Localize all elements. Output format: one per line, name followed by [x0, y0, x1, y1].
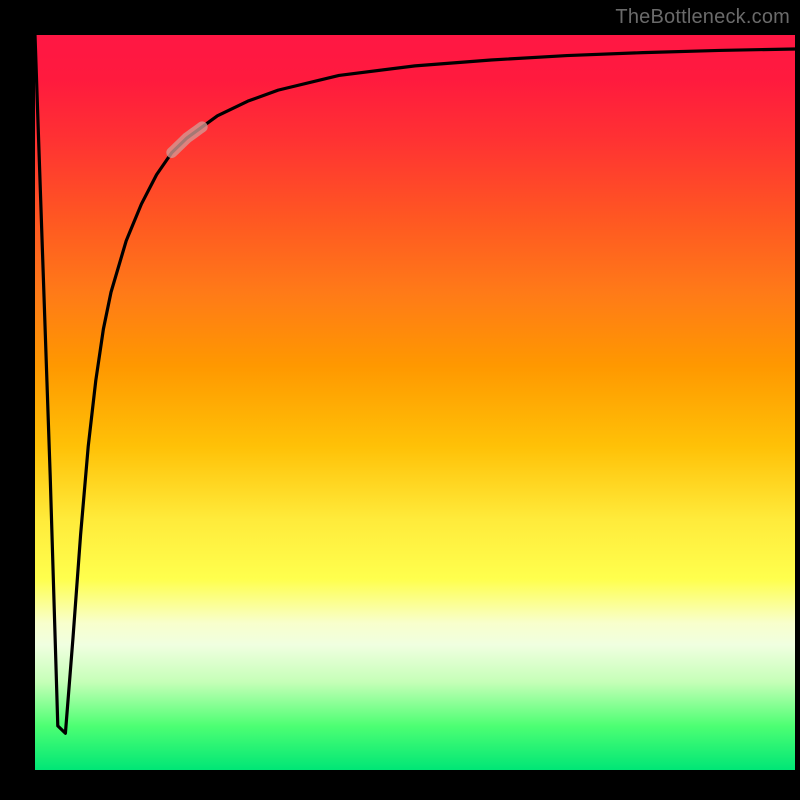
plot-area	[35, 35, 795, 770]
bottleneck-curve-path	[35, 35, 795, 733]
chart-frame: TheBottleneck.com	[0, 0, 800, 800]
highlight-segment-path	[172, 127, 202, 153]
bottleneck-curve-svg	[35, 35, 795, 770]
watermark-text: TheBottleneck.com	[615, 6, 790, 29]
